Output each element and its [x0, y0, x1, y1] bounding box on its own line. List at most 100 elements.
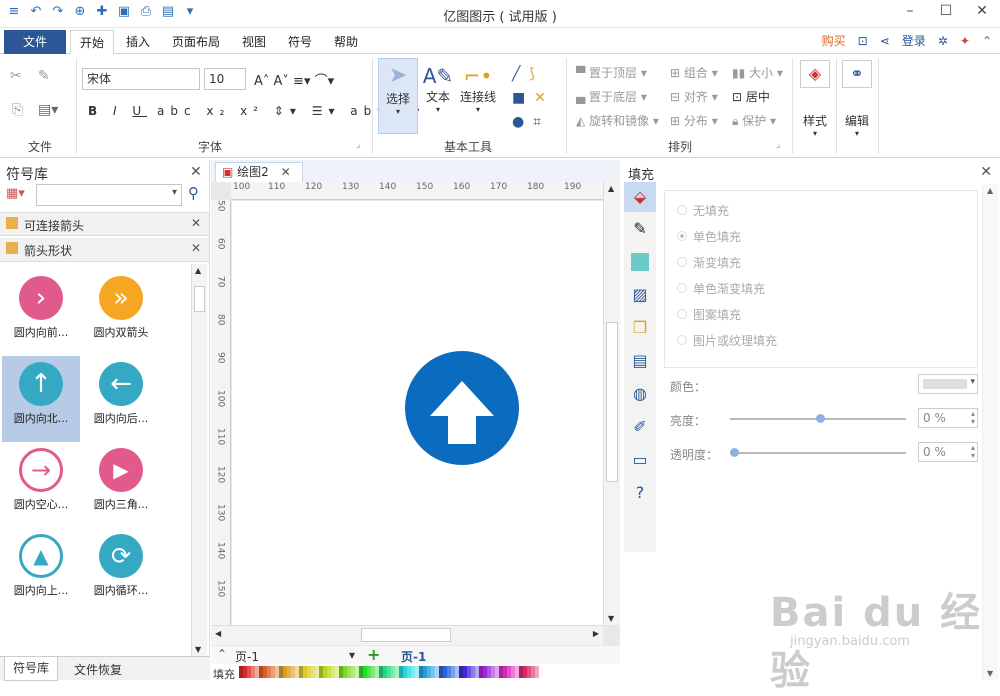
library-menu-icon[interactable]: ▦▾ — [6, 186, 25, 201]
close-icon[interactable]: ✕ — [964, 0, 1000, 24]
page-properties-icon[interactable]: ▤ — [624, 344, 656, 377]
library-close-icon[interactable]: ✕ — [191, 216, 201, 230]
login-link[interactable]: 登录 — [902, 32, 926, 49]
tab-view[interactable]: 视图 — [234, 30, 274, 54]
shadow-icon[interactable] — [624, 245, 656, 278]
tab-file[interactable]: 文件 — [4, 30, 66, 54]
settings-icon[interactable]: ✲ — [938, 34, 948, 48]
style-button[interactable]: ◈ 样式 ▾ — [798, 60, 832, 150]
title-bar: ≡ ↶ ↷ ⊕ ✚ ▣ ⎙ ▤ ▾ 亿图图示 ( 试用版 ) – ☐ ✕ — [0, 0, 1000, 28]
paste-icon[interactable]: ▤▾ — [38, 102, 58, 118]
transparency-input[interactable]: 0 % ▴ ▾ — [918, 442, 978, 462]
rotate-mirror-button[interactable]: ◭ 旋转和镜像 ▾ — [576, 112, 659, 129]
brightness-input[interactable]: 0 % ▴ ▾ — [918, 408, 978, 428]
copy-icon[interactable]: ⎘ — [12, 102, 23, 118]
fill-option-none[interactable]: 无填充 — [677, 197, 977, 223]
tab-insert[interactable]: 插入 — [118, 30, 158, 54]
comment-icon[interactable]: ▭ — [624, 443, 656, 476]
tab-home[interactable]: 开始 — [70, 30, 114, 55]
symbol-item-selected[interactable]: ↑ 圆内向北... — [2, 356, 80, 442]
page-tab[interactable]: 页-1 — [401, 648, 426, 665]
grow-font-icon[interactable]: A˄ A˅ ≡▾ ⌒▾ — [254, 70, 334, 89]
select-tool-button[interactable]: ➤ 选择 ▾ — [378, 58, 418, 134]
canvas-horizontal-scrollbar[interactable]: ◀ ▶ — [211, 625, 603, 645]
font-format-toolbar[interactable]: B I U abc x₂ x² ⇕▾ ☰▾ ab▾ A▾ — [88, 104, 425, 118]
color-swatches[interactable] — [239, 666, 539, 680]
fill-option-gradient[interactable]: 渐变填充 — [677, 249, 977, 275]
transparency-slider[interactable] — [730, 448, 906, 457]
color-swatch[interactable] — [535, 666, 539, 678]
slider-thumb[interactable] — [816, 414, 825, 423]
search-icon[interactable]: ⚲ — [188, 184, 199, 202]
add-page-icon[interactable]: + — [367, 645, 380, 664]
group-button[interactable]: ⊞ 组合 ▾ — [670, 64, 718, 81]
tab-file-recovery[interactable]: 文件恢复 — [74, 661, 122, 678]
size-button[interactable]: ▮▮ 大小 ▾ — [732, 64, 783, 81]
library-header-arrow-shapes[interactable]: 箭头形状 ✕ — [0, 238, 209, 262]
symbol-item[interactable]: ▲ 圆内向上... — [2, 528, 80, 614]
align-button[interactable]: ⊟ 对齐 ▾ — [670, 88, 718, 105]
text-tool-button[interactable]: A✎ 文本 ▾ — [420, 58, 456, 134]
ribbon-collapse-icon[interactable]: ⌃ — [982, 34, 992, 48]
symbol-item[interactable]: ← 圆内向后... — [82, 356, 160, 442]
brightness-slider[interactable] — [730, 414, 906, 423]
tab-help[interactable]: 帮助 — [326, 30, 366, 54]
feedback-icon[interactable]: ⊡ — [858, 34, 868, 48]
panel-close-icon[interactable]: ✕ — [190, 164, 202, 180]
hyperlink-icon[interactable]: ◍ — [624, 377, 656, 410]
page-collapse-icon[interactable]: ⌃ — [217, 647, 227, 661]
document-tab[interactable]: ▣ 绘图2 ✕ — [215, 162, 303, 182]
line-icon[interactable]: ✎ — [624, 212, 656, 245]
cut-icon[interactable]: ✂ — [10, 68, 22, 84]
symbol-item[interactable]: ⟳ 圆内循环... — [82, 528, 160, 614]
format-painter-icon[interactable]: ✎ — [38, 68, 50, 84]
fill-option-picture[interactable]: 图片或纹理填充 — [677, 327, 977, 353]
symbol-item[interactable]: › 圆内向前... — [2, 270, 80, 356]
font-size-select[interactable]: 10 — [204, 68, 246, 90]
scroll-thumb[interactable] — [194, 286, 205, 312]
layers-icon[interactable]: ❐ — [624, 311, 656, 344]
symbol-item[interactable]: → 圆内空心... — [2, 442, 80, 528]
fill-panel-close-icon[interactable]: ✕ — [980, 164, 992, 180]
symbol-item[interactable]: » 圆内双箭头 — [82, 270, 160, 356]
fill-option-pattern[interactable]: 图案填充 — [677, 301, 977, 327]
buy-link[interactable]: 购买 — [822, 32, 846, 49]
drawing-page[interactable] — [232, 201, 603, 625]
tab-symbol[interactable]: 符号 — [280, 30, 320, 54]
fill-option-solid[interactable]: 单色填充 — [677, 223, 977, 249]
maximize-icon[interactable]: ☐ — [928, 0, 964, 24]
symbol-scrollbar[interactable]: ▲ ▼ — [191, 264, 207, 656]
plugin-icon[interactable]: ✦ — [960, 34, 970, 48]
tab-symbol-library[interactable]: 符号库 — [4, 657, 59, 681]
slider-thumb[interactable] — [730, 448, 739, 457]
share-icon[interactable]: ⋖ — [880, 34, 890, 48]
edit-button[interactable]: ⚭ 编辑 ▾ — [840, 60, 874, 150]
scroll-thumb[interactable] — [361, 628, 451, 642]
center-button[interactable]: ⊡ 居中 — [732, 88, 770, 105]
shape-tools[interactable]: ╱ ⟆ ■ ✕ ● ⌗ — [512, 62, 546, 134]
image-icon[interactable]: ▨ — [624, 278, 656, 311]
help-icon[interactable]: ? — [624, 476, 656, 509]
minimize-icon[interactable]: – — [892, 0, 928, 24]
arrange-dialog-launcher-icon[interactable]: ⌟ — [776, 140, 780, 150]
scroll-thumb[interactable] — [606, 322, 618, 482]
distribute-button[interactable]: ⊞ 分布 ▾ — [670, 112, 718, 129]
color-picker[interactable]: ▾ — [918, 374, 978, 394]
tab-close-icon[interactable]: ✕ — [281, 165, 291, 179]
protect-button[interactable]: 🔒︎ 保护 ▾ — [732, 112, 776, 129]
fill-option-single-gradient[interactable]: 单色渐变填充 — [677, 275, 977, 301]
canvas-vertical-scrollbar[interactable]: ▲ ▼ — [603, 182, 620, 625]
connector-tool-button[interactable]: ⌐• 连接线 ▾ — [458, 58, 498, 134]
send-to-bottom-button[interactable]: ▄ 置于底层 ▾ — [576, 88, 647, 105]
symbol-library-panel: 符号库 ✕ ▦▾ ▾ ⚲ 可连接箭头 ✕ 箭头形状 ✕ › 圆内向前... » 圆内… — [0, 160, 210, 681]
library-header-connectable-arrows[interactable]: 可连接箭头 ✕ — [0, 212, 209, 236]
font-family-select[interactable]: 宋体 — [82, 68, 200, 90]
library-close-icon[interactable]: ✕ — [191, 241, 201, 255]
note-icon[interactable]: ✐ — [624, 410, 656, 443]
symbol-search-input[interactable]: ▾ — [36, 184, 182, 206]
symbol-item[interactable]: ▶ 圆内三角... — [82, 442, 160, 528]
font-dialog-launcher-icon[interactable]: ⌟ — [356, 140, 360, 150]
fill-icon[interactable]: ⬙ — [624, 182, 656, 212]
bring-to-top-button[interactable]: ▀ 置于顶层 ▾ — [576, 64, 647, 81]
tab-page-layout[interactable]: 页面布局 — [166, 30, 226, 54]
